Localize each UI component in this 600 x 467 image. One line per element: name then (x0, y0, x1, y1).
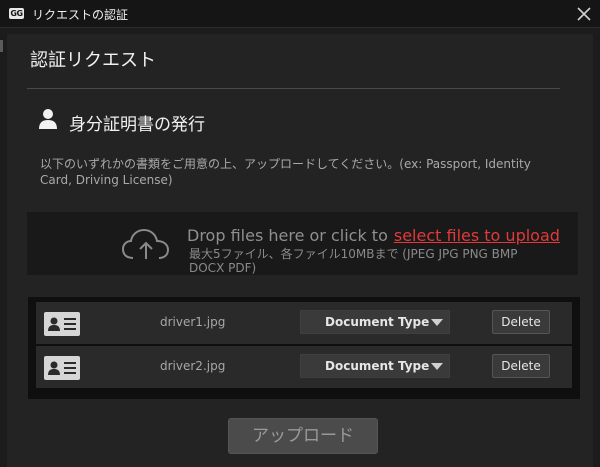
divider (27, 88, 560, 89)
dropzone-prompt: Drop files here or click to select files … (187, 226, 560, 245)
section-title: 身分証明書の発行 (69, 115, 205, 135)
id-card-icon (44, 356, 80, 380)
document-type-select[interactable]: Document Type (300, 310, 450, 334)
dialog-panel: 認証リクエスト 身分証明書の発行 以下のいずれかの書類をご用意の上、アップロード… (7, 34, 593, 467)
instructions-text: 以下のいずれかの書類をご用意の上、アップロードしてください。(ex: Passp… (40, 157, 531, 187)
file-row: driver2.jpg Document Type Delete (36, 346, 572, 388)
select-files-link[interactable]: select files to upload (394, 226, 560, 245)
id-card-icon (44, 312, 80, 336)
document-type-select[interactable]: Document Type (300, 354, 450, 378)
person-icon (39, 109, 57, 129)
title-bar: GG リクエストの認証 (0, 0, 600, 28)
close-icon (577, 7, 591, 21)
document-type-value: Document Type (325, 359, 430, 373)
upload-button[interactable]: アップロード (228, 418, 378, 454)
document-type-value: Document Type (325, 315, 430, 329)
delete-button[interactable]: Delete (492, 310, 550, 334)
app-logo-icon: GG (9, 8, 24, 19)
cloud-upload-icon (121, 228, 170, 259)
file-row: driver1.jpg Document Type Delete (36, 302, 572, 344)
caret-down-icon (431, 319, 443, 326)
close-button[interactable] (574, 4, 594, 24)
file-name: driver1.jpg (160, 315, 226, 329)
window-title: リクエストの認証 (32, 8, 129, 22)
uploaded-file-list: driver1.jpg Document Type Delete driver2… (28, 297, 580, 399)
caret-down-icon (431, 363, 443, 370)
page-title: 認証リクエスト (30, 50, 156, 71)
file-name: driver2.jpg (160, 359, 226, 373)
file-limits-text: 最大5ファイル、各ファイル10MBまで (JPEG JPG PNG BMP DO… (189, 247, 518, 275)
delete-button[interactable]: Delete (492, 354, 550, 378)
window-edge-handle (0, 40, 3, 52)
dropzone-prompt-text: Drop files here or click to (187, 226, 388, 245)
file-dropzone[interactable]: Drop files here or click to select files … (27, 212, 578, 275)
verification-dialog-window: GG リクエストの認証 認証リクエスト 身分証明書の発行 以下のいずれかの書類を… (0, 0, 600, 467)
